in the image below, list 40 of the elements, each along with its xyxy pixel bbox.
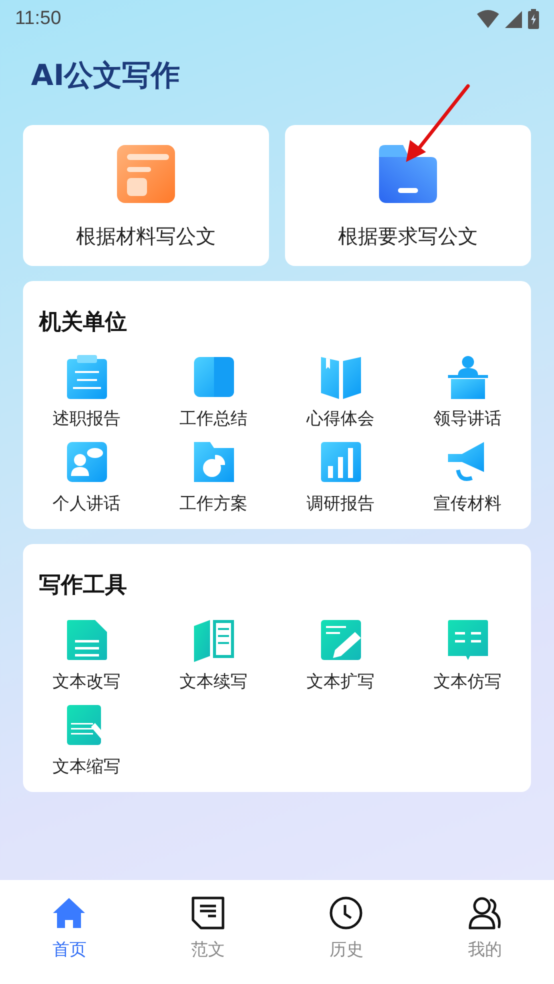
folder-icon [379, 145, 437, 203]
category-item[interactable]: 调研报告 [277, 440, 404, 515]
battery-icon [528, 9, 539, 29]
document-icon [64, 618, 108, 662]
status-time: 11:50 [15, 8, 62, 30]
category-item[interactable]: 宣传材料 [404, 440, 531, 515]
document-icon [117, 145, 175, 203]
category-item[interactable]: 文本仿写 [404, 618, 531, 693]
category-item[interactable]: 领导讲话 [404, 355, 531, 430]
category-item[interactable]: 个人讲话 [23, 440, 150, 515]
home-icon [52, 896, 86, 930]
pencil-icon [318, 618, 362, 662]
nav-tab[interactable]: 首页 [52, 896, 86, 961]
nav-tab[interactable]: 历史 [329, 896, 364, 961]
nav-tab[interactable]: 范文 [190, 896, 225, 961]
clock-icon [329, 896, 364, 930]
document-icon [190, 896, 225, 930]
category-item[interactable]: 述职报告 [23, 355, 150, 430]
wifi-icon [477, 10, 499, 28]
users-icon [468, 896, 502, 930]
category-item[interactable]: 文本扩写 [277, 618, 404, 693]
bar-chart-icon [318, 440, 362, 484]
section-title: 写作工具 [39, 572, 128, 600]
app-title: AI公文写作 [31, 57, 182, 94]
speech-icon [64, 440, 108, 484]
clipboard-icon [64, 355, 108, 399]
signal-icon [505, 10, 522, 28]
pie-chart-icon [192, 440, 236, 484]
quick-action-card[interactable]: 根据材料写公文 [23, 125, 269, 266]
category-item[interactable]: 心得体会 [277, 355, 404, 430]
category-item[interactable]: 文本缩写 [23, 703, 150, 778]
section-title: 机关单位 [39, 309, 128, 337]
category-item[interactable]: 文本续写 [150, 618, 277, 693]
category-item[interactable]: 工作总结 [150, 355, 277, 430]
podium-icon [446, 355, 490, 399]
category-item[interactable]: 文本改写 [23, 618, 150, 693]
square-icon [192, 355, 236, 399]
category-item[interactable]: 工作方案 [150, 440, 277, 515]
nav-tab[interactable]: 我的 [468, 896, 502, 961]
quick-action-card[interactable]: 根据要求写公文 [285, 125, 531, 266]
